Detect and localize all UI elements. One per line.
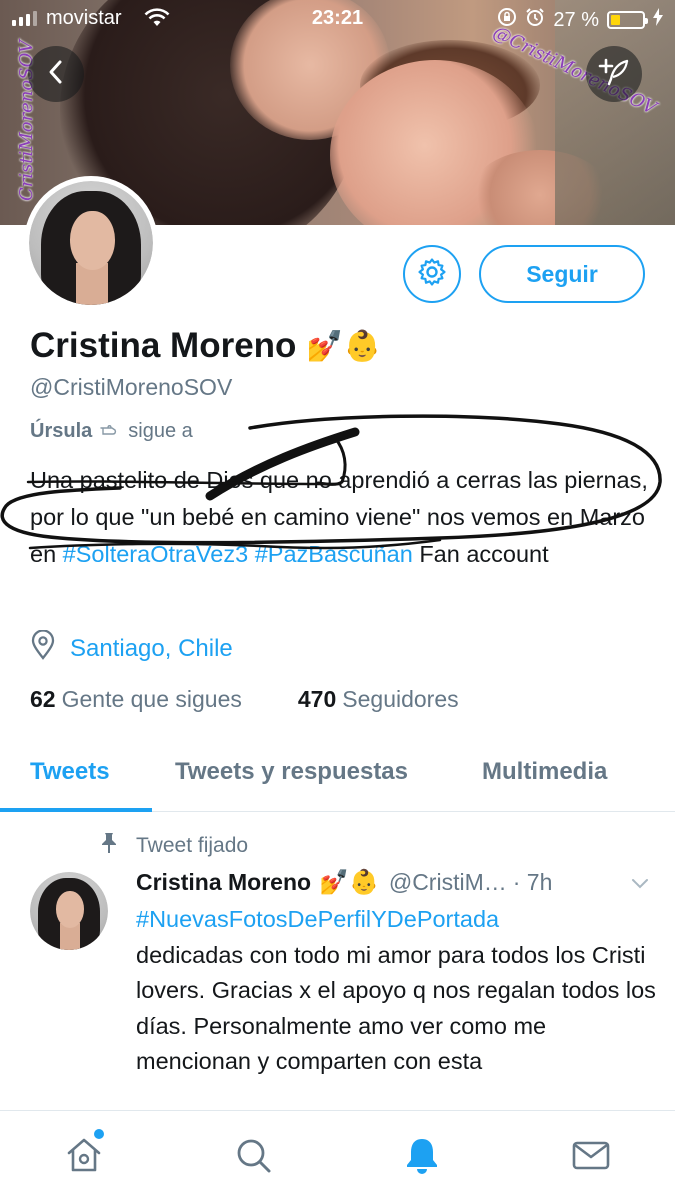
- follow-counts: 62 Gente que sigues 470 Seguidores: [30, 686, 459, 713]
- profile-handle: @CristiMorenoSOV: [30, 374, 233, 400]
- settings-button[interactable]: [403, 245, 461, 303]
- tweet-hashtag-link[interactable]: #NuevasFotosDePerfilYDePortada: [136, 906, 499, 932]
- tweet-time: · 7h: [512, 869, 553, 895]
- profile-name: Cristina Moreno: [30, 326, 297, 365]
- nav-notifications[interactable]: [400, 1135, 444, 1179]
- bio-hashtag-link[interactable]: #PazBascuñan: [255, 541, 413, 567]
- follow-button[interactable]: Seguir: [479, 245, 645, 303]
- battery-icon: [607, 11, 648, 29]
- profile-name-row: Cristina Moreno 💅👶: [30, 326, 381, 366]
- tweet-author-handle: @CristiM…: [388, 869, 507, 895]
- back-button[interactable]: [28, 46, 84, 102]
- bio-tail: Fan account: [419, 541, 549, 567]
- home-icon: [64, 1135, 104, 1180]
- bell-icon: [402, 1135, 442, 1180]
- profile-bio: Una pastelito de Dios que no aprendió a …: [30, 462, 650, 573]
- pin-icon: [100, 832, 118, 860]
- followers-count-link[interactable]: 470 Seguidores: [298, 686, 459, 713]
- status-bar: movistar 23:21 27 %: [0, 0, 675, 40]
- add-to-list-button[interactable]: [586, 46, 642, 102]
- nav-home[interactable]: [62, 1135, 106, 1179]
- pointing-hand-icon: [100, 420, 120, 443]
- profile-location: Santiago, Chile: [30, 629, 233, 667]
- pinned-label: Tweet fijado: [100, 832, 248, 860]
- profile-name-emojis: 💅👶: [306, 329, 382, 363]
- bio-hashtag-link[interactable]: #SolteraOtraVez3: [63, 541, 249, 567]
- active-tab-indicator: [0, 808, 152, 812]
- follows-you-text: sigue a: [128, 420, 193, 442]
- battery-level: [611, 15, 621, 25]
- tab-media[interactable]: Multimedia: [482, 758, 607, 786]
- search-icon: [233, 1135, 273, 1180]
- home-unread-dot: [94, 1129, 104, 1139]
- nav-search[interactable]: [231, 1135, 275, 1179]
- chevron-down-icon[interactable]: [630, 870, 650, 897]
- tweet-author-name[interactable]: Cristina Moreno: [136, 869, 311, 896]
- charging-icon: [653, 8, 663, 32]
- profile-tabs: Tweets Tweets y respuestas Multimedia: [0, 740, 675, 812]
- location-link[interactable]: Santiago, Chile: [70, 635, 233, 663]
- mail-icon: [571, 1135, 611, 1180]
- profile-avatar[interactable]: [24, 176, 158, 310]
- tweet-text: #NuevasFotosDePerfilYDePortada dedicadas…: [136, 902, 656, 1080]
- pinned-text: Tweet fijado: [136, 834, 249, 857]
- following-count-link[interactable]: 62 Gente que sigues: [30, 686, 242, 713]
- tweet-author-emojis: 💅👶: [319, 869, 379, 896]
- tweet-author-avatar[interactable]: [30, 872, 108, 950]
- tab-tweets-and-replies[interactable]: Tweets y respuestas: [175, 758, 408, 786]
- bottom-tab-bar: [0, 1110, 675, 1200]
- alarm-icon: [525, 7, 545, 33]
- tweet-body-text: dedicadas con todo mi amor para todos lo…: [136, 941, 656, 1075]
- battery-percent: 27 %: [553, 8, 599, 31]
- rotation-lock-icon: [497, 7, 517, 33]
- add-feather-icon: [597, 57, 631, 92]
- nav-messages[interactable]: [569, 1135, 613, 1179]
- follows-you-name: Úrsula: [30, 420, 93, 442]
- chevron-left-icon: [45, 59, 67, 90]
- tab-tweets[interactable]: Tweets: [30, 758, 110, 786]
- location-pin-icon: [30, 629, 56, 667]
- tweet-header: Cristina Moreno 💅👶 @CristiM… · 7h: [136, 868, 656, 897]
- follows-you-label: Úrsula sigue a: [30, 420, 193, 443]
- gear-icon: [417, 257, 447, 292]
